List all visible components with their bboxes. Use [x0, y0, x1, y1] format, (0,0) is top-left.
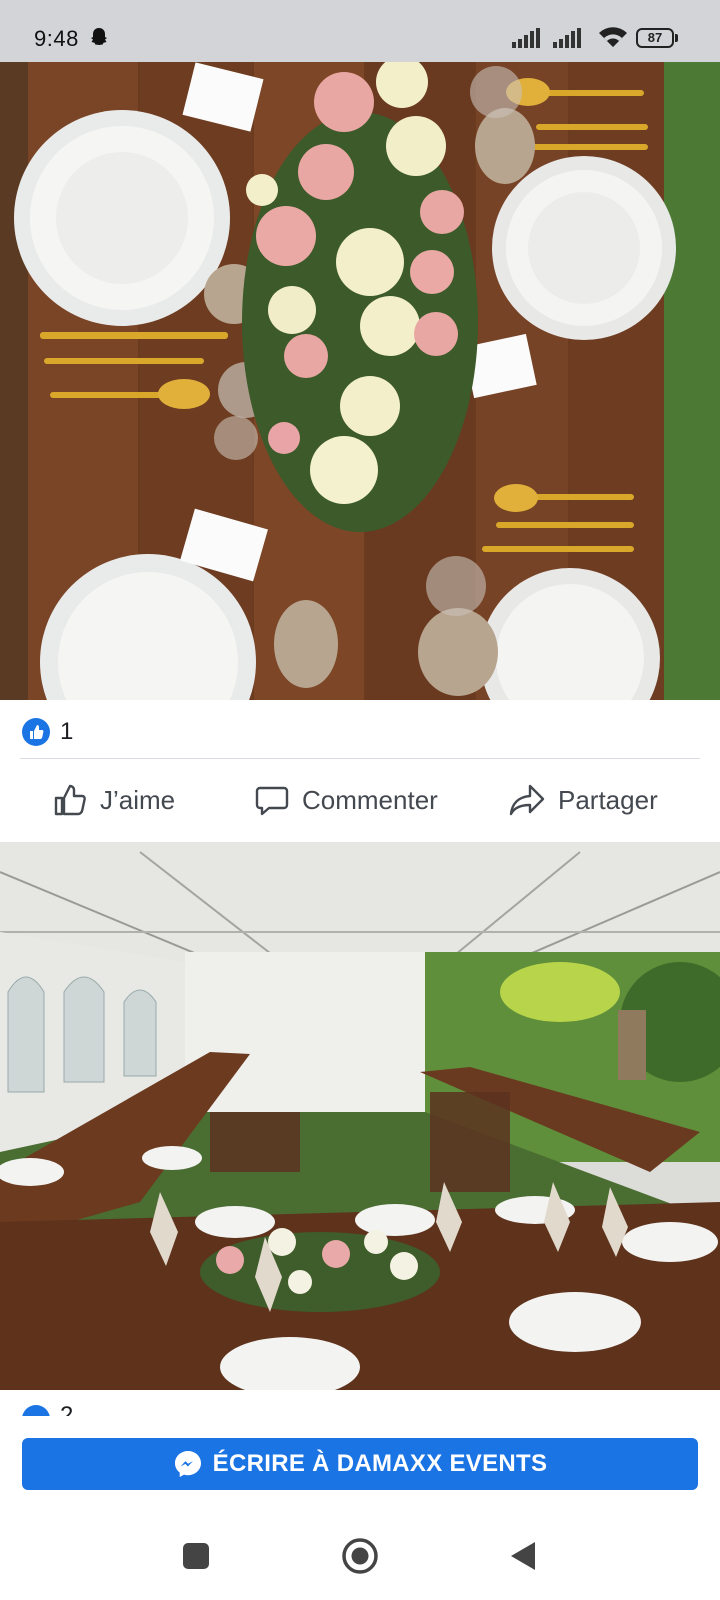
divider	[20, 758, 700, 759]
home-button[interactable]	[340, 1536, 380, 1576]
home-circle-icon	[342, 1538, 378, 1574]
message-page-button[interactable]: ÉCRIRE À DAMAXX EVENTS	[22, 1438, 698, 1490]
android-nav-bar	[0, 1510, 720, 1600]
messenger-icon	[174, 1451, 201, 1477]
tent-banquet-image	[0, 842, 720, 1390]
battery-tip	[675, 34, 678, 42]
like-reaction-icon	[22, 718, 50, 746]
signal-icon-2	[553, 28, 581, 48]
share-button[interactable]: Partager	[508, 772, 658, 828]
reaction-row[interactable]: 1	[22, 716, 73, 748]
like-reaction-icon-2	[22, 1405, 50, 1416]
recents-button[interactable]	[176, 1536, 216, 1576]
share-label: Partager	[558, 784, 658, 815]
table-setting-image	[0, 62, 720, 700]
wifi-icon	[599, 27, 627, 47]
snapchat-ghost-icon	[91, 28, 107, 45]
thumbs-up-icon	[54, 784, 86, 816]
status-bar: 9:48 87	[0, 0, 720, 62]
message-page-label: ÉCRIRE À DAMAXX EVENTS	[212, 1450, 548, 1477]
comment-label: Commenter	[302, 784, 438, 815]
like-label: J’aime	[100, 784, 176, 815]
table-setting-photo[interactable]	[0, 62, 720, 700]
status-time: 9:48	[34, 26, 79, 51]
share-arrow-icon	[509, 784, 545, 816]
reaction-count-2: 2	[60, 1405, 73, 1416]
battery-level: 87	[636, 28, 674, 48]
reaction-row-2[interactable]: 2	[22, 1405, 102, 1416]
reaction-count: 1	[60, 718, 74, 745]
comment-icon	[255, 786, 289, 816]
tent-banquet-photo[interactable]	[0, 842, 720, 1390]
signal-icon	[512, 28, 540, 48]
back-triangle-icon	[511, 1542, 535, 1570]
like-button[interactable]: J’aime	[52, 772, 175, 828]
back-button[interactable]	[504, 1536, 544, 1576]
post-action-bar: J’aime Commenter Partager	[0, 772, 720, 828]
comment-button[interactable]: Commenter	[254, 772, 438, 828]
battery-icon: 87	[636, 28, 678, 48]
recents-square-icon	[183, 1543, 209, 1569]
